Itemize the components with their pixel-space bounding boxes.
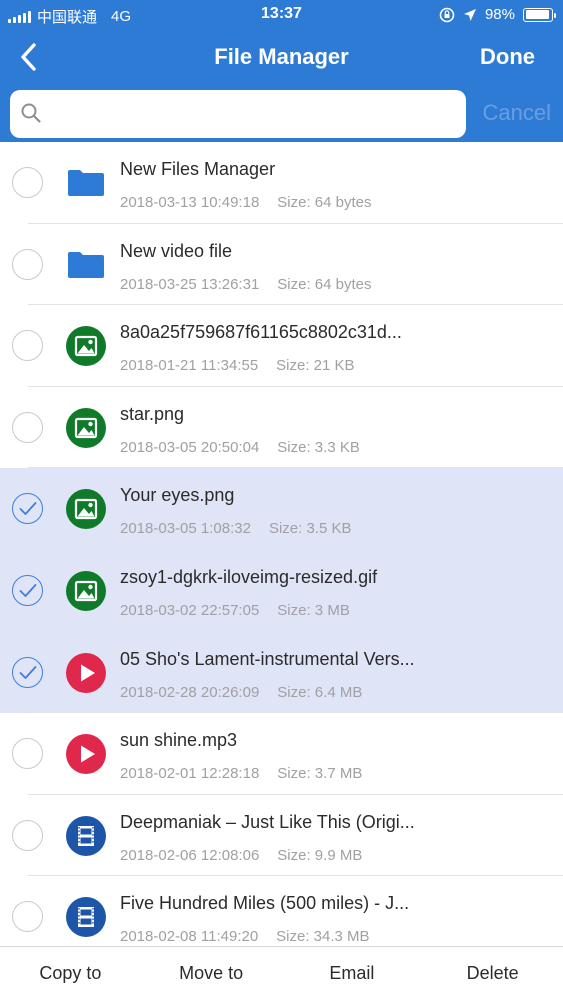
file-meta: 2018-02-08 11:49:20 Size: 34.3 MB — [120, 928, 370, 945]
file-date: 2018-02-08 11:49:20 — [120, 928, 259, 946]
file-row[interactable]: New video file 2018-03-25 13:26:31 Size: … — [0, 223, 563, 306]
action-toolbar: Copy to Move to Email Delete — [0, 946, 563, 1000]
checked-circle-icon[interactable] — [12, 656, 43, 688]
file-row[interactable]: sun shine.mp3 2018-02-01 12:28:18 Size: 3… — [0, 713, 563, 795]
file-size: Size: 64 bytes — [277, 275, 372, 293]
file-size: Size: 21 KB — [276, 357, 355, 375]
move-to-button[interactable]: Move to — [141, 947, 282, 1000]
file-size: Size: 64 bytes — [277, 194, 372, 211]
unchecked-circle-icon[interactable] — [12, 738, 43, 770]
file-meta: 2018-02-01 12:28:18 Size: 3.7 MB — [120, 765, 362, 782]
battery-percent: 98% — [484, 6, 515, 23]
film-video-icon — [66, 815, 106, 856]
file-date: 2018-02-28 20:26:09 — [120, 683, 260, 701]
file-meta: 2018-03-25 13:26:31 Size: 64 bytes — [120, 276, 372, 293]
file-date: 2018-03-05 20:50:04 — [120, 438, 260, 456]
file-date: 2018-01-21 11:34:55 — [120, 357, 259, 375]
unchecked-circle-icon[interactable] — [12, 248, 43, 280]
file-date: 2018-02-06 12:08:06 — [120, 846, 260, 864]
file-meta: 2018-03-02 22:57:05 Size: 3 MB — [120, 602, 350, 619]
film-video-icon — [66, 897, 106, 938]
file-meta: 2018-02-28 20:26:09 Size: 6.4 MB — [120, 684, 362, 701]
status-bar: 中国联通 4G 13:37 98% — [0, 0, 563, 30]
file-row[interactable]: 05 Sho's Lament-instrumental Vers... 201… — [0, 631, 563, 714]
unchecked-circle-icon[interactable] — [12, 901, 43, 933]
folder-icon — [66, 245, 106, 285]
file-size: Size: 3.3 KB — [277, 438, 360, 456]
page-title: File Manager — [214, 44, 349, 69]
unchecked-circle-icon[interactable] — [12, 330, 43, 362]
search-input[interactable] — [52, 98, 452, 130]
file-name: sun shine.mp3 — [120, 730, 238, 751]
file-row[interactable]: New Files Manager 2018-03-13 10:49:18 Siz… — [0, 142, 563, 224]
image-file-icon — [66, 489, 106, 530]
file-size: Size: 6.4 MB — [277, 683, 363, 701]
location-arrow-icon — [463, 8, 476, 21]
file-meta: 2018-03-13 10:49:18 Size: 64 bytes — [120, 194, 372, 211]
file-row[interactable]: zsoy1-dgkrk-iloveimg-resized.gif 2018-03… — [0, 549, 563, 632]
file-name: New video file — [120, 240, 233, 261]
unchecked-circle-icon[interactable] — [12, 167, 43, 198]
file-meta: 2018-03-05 20:50:04 Size: 3.3 KB — [120, 439, 360, 456]
header: 中国联通 4G 13:37 98% File Manager Done Canc… — [0, 0, 563, 142]
file-name: 8a0a25f759687f61165c8802c31d... — [120, 322, 402, 343]
file-row[interactable]: Deepmaniak – Just Like This (Origi... 20… — [0, 794, 563, 877]
file-name: Deepmaniak – Just Like This (Origi... — [120, 811, 415, 832]
done-button[interactable]: Done — [480, 44, 535, 70]
file-row[interactable]: Five Hundred Miles (500 miles) - J... 20… — [0, 876, 563, 946]
file-meta: 2018-02-06 12:08:06 Size: 9.9 MB — [120, 847, 362, 864]
battery-icon — [523, 7, 556, 22]
search-bar[interactable] — [10, 90, 466, 138]
file-name: star.png — [120, 403, 185, 424]
folder-icon — [66, 163, 106, 203]
file-meta: 2018-03-05 1:08:32 Size: 3.5 KB — [120, 520, 352, 537]
file-row[interactable]: Your eyes.png 2018-03-05 1:08:32 Size: 3.… — [0, 468, 563, 550]
cancel-button[interactable]: Cancel — [483, 100, 551, 126]
file-name: 05 Sho's Lament-instrumental Vers... — [120, 648, 415, 669]
file-size: Size: 34.3 MB — [276, 928, 370, 946]
image-file-icon — [66, 326, 106, 367]
delete-button[interactable]: Delete — [422, 947, 563, 1000]
search-icon — [21, 103, 41, 123]
file-name: zsoy1-dgkrk-iloveimg-resized.gif — [120, 566, 378, 587]
unchecked-circle-icon[interactable] — [12, 411, 43, 443]
file-row[interactable]: 8a0a25f759687f61165c8802c31d... 2018-01-… — [0, 305, 563, 387]
orientation-lock-icon — [439, 7, 455, 22]
unchecked-circle-icon[interactable] — [12, 819, 43, 851]
checked-circle-icon[interactable] — [12, 493, 43, 525]
file-name: Five Hundred Miles (500 miles) - J... — [120, 893, 410, 914]
file-date: 2018-03-05 1:08:32 — [120, 520, 251, 538]
file-list[interactable]: New Files Manager 2018-03-13 10:49:18 Siz… — [0, 142, 563, 946]
file-size: Size: 3 MB — [277, 601, 350, 619]
play-audio-icon — [66, 652, 106, 693]
file-name: Your eyes.png — [120, 485, 235, 506]
copy-to-button[interactable]: Copy to — [0, 947, 141, 1000]
file-size: Size: 3.5 KB — [268, 520, 352, 538]
status-right: 98% — [439, 6, 556, 23]
file-date: 2018-03-25 13:26:31 — [120, 275, 260, 293]
image-file-icon — [66, 407, 106, 448]
checked-circle-icon[interactable] — [12, 574, 43, 606]
file-meta: 2018-01-21 11:34:55 Size: 21 KB — [120, 357, 355, 374]
file-date: 2018-03-13 10:49:18 — [120, 194, 260, 211]
image-file-icon — [66, 570, 106, 611]
file-size: Size: 9.9 MB — [277, 846, 363, 864]
file-row[interactable]: star.png 2018-03-05 20:50:04 Size: 3.3 KB — [0, 386, 563, 469]
file-date: 2018-02-01 12:28:18 — [120, 765, 260, 783]
file-size: Size: 3.7 MB — [277, 765, 363, 783]
email-button[interactable]: Email — [282, 947, 423, 1000]
file-name: New Files Manager — [120, 159, 276, 179]
file-date: 2018-03-02 22:57:05 — [120, 601, 260, 619]
navigation-bar: File Manager Done — [0, 30, 563, 86]
play-audio-icon — [66, 734, 106, 775]
